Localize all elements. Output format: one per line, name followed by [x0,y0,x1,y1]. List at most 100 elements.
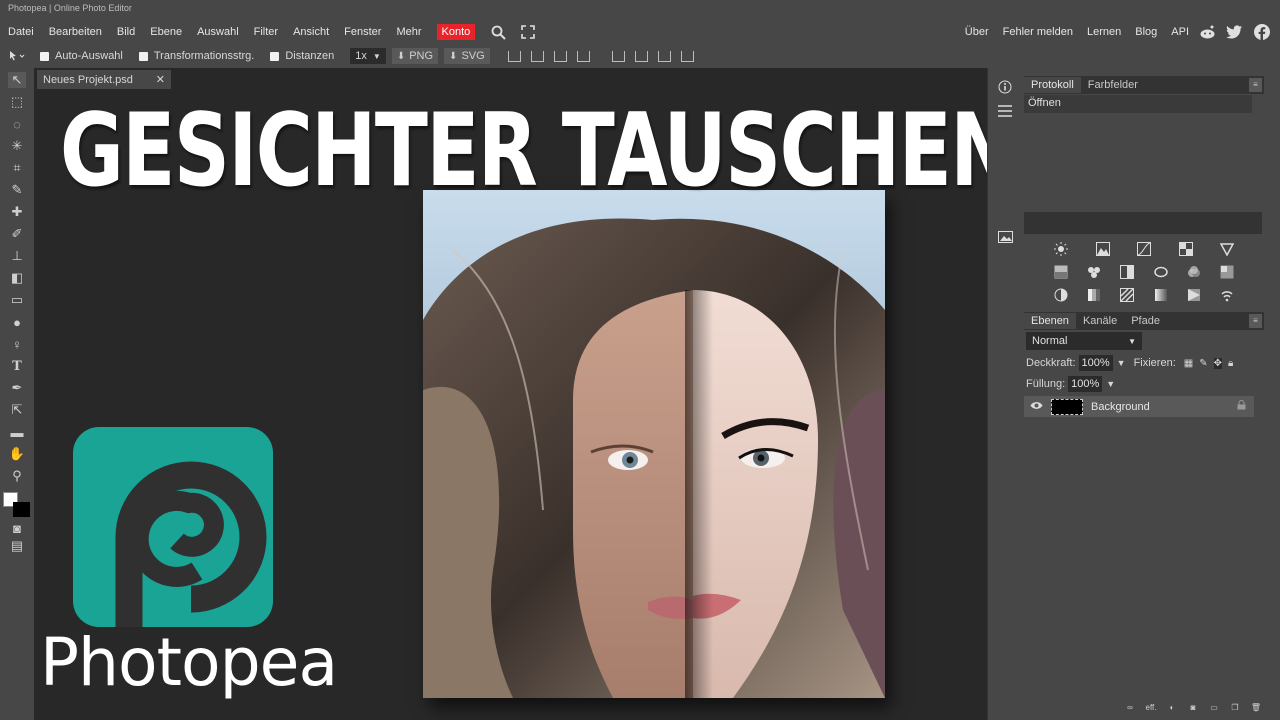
menu-bearbeiten[interactable]: Bearbeiten [49,24,102,40]
move-tool-icon[interactable]: ↖ [8,72,26,88]
menu-filter[interactable]: Filter [254,24,278,40]
threshold-icon[interactable] [1120,288,1135,302]
gradient-tool-icon[interactable]: ▭ [8,292,26,308]
stamp-tool-icon[interactable]: ⊥ [8,248,26,264]
align-top-icon[interactable] [507,50,521,62]
opacity-field[interactable]: 100% [1078,355,1113,371]
lasso-tool-icon[interactable]: ◌ [8,116,26,132]
menu-ebene[interactable]: Ebene [150,24,182,40]
menu-auswahl[interactable]: Auswahl [197,24,239,40]
lock-transparency-icon[interactable]: ▦ [1184,358,1193,369]
gradient-map-icon[interactable] [1154,288,1168,302]
levels-icon[interactable] [1095,242,1110,256]
panel-menu-icon[interactable]: ≡ [1249,78,1262,92]
export-png-button[interactable]: ⬇ PNG [391,48,439,64]
facebook-icon[interactable] [1253,24,1270,41]
eye-icon[interactable] [1030,401,1043,413]
search-icon[interactable] [490,24,506,40]
align-center-icon[interactable] [634,50,648,62]
distances-option[interactable]: Distanzen [270,50,334,62]
exposure-icon[interactable] [1178,242,1193,256]
info-icon[interactable] [995,78,1015,96]
menu-datei[interactable]: Datei [8,24,34,40]
black-white-icon[interactable] [1120,265,1135,279]
new-layer-icon[interactable]: ❐ [1228,700,1242,714]
move-tool-icon[interactable] [8,50,26,62]
link-layers-icon[interactable]: ∞ [1123,700,1137,714]
vibrance-icon[interactable] [1219,242,1235,257]
document-tab[interactable]: Neues Projekt.psd ✕ [37,70,171,89]
dodge-tool-icon[interactable]: ♀ [8,336,26,352]
menu-bild[interactable]: Bild [117,24,135,40]
blend-mode-select[interactable]: Normal ▼ [1026,332,1142,350]
align-left-icon[interactable] [611,50,625,62]
trash-icon[interactable]: 🗑︎ [1249,700,1263,714]
eyedropper-icon[interactable]: ✎ [8,182,26,198]
quick-mask-icon[interactable]: ◙ [8,520,26,536]
menu-fenster[interactable]: Fenster [344,24,381,40]
menu-blog[interactable]: Blog [1135,24,1157,40]
caret-down-icon[interactable]: ▼ [1117,358,1126,368]
new-group-icon[interactable]: ▭ [1207,700,1221,714]
canvas-image[interactable] [423,190,885,698]
selective-color-icon[interactable] [1187,288,1201,302]
tab-ebenen[interactable]: Ebenen [1024,313,1076,329]
screen-mode-icon[interactable]: ▤ [8,538,26,554]
align-right-icon[interactable] [657,50,671,62]
auto-select-option[interactable]: Auto-Auswahl [40,50,123,62]
distribute-horizontal-icon[interactable] [680,50,694,62]
properties-icon[interactable] [995,102,1015,120]
lock-all-icon[interactable]: 🔒︎ [1228,358,1233,369]
fullscreen-icon[interactable] [520,24,536,40]
menu-mehr[interactable]: Mehr [396,24,421,40]
lock-paint-icon[interactable]: ✎ [1199,358,1207,369]
fill-field[interactable]: 100% [1068,376,1103,392]
eraser-tool-icon[interactable]: ◧ [8,270,26,286]
text-tool-icon[interactable]: T [8,358,26,374]
menu-api[interactable]: API [1171,24,1189,40]
zoom-tool-icon[interactable]: ⚲ [8,468,26,484]
history-item[interactable]: Öffnen [1024,95,1252,113]
layer-effects-icon[interactable]: eff. [1144,700,1158,714]
brightness-icon[interactable] [1054,242,1068,256]
tab-pfade[interactable]: Pfade [1124,313,1167,329]
layer-mask-icon[interactable]: ◙ [1186,700,1200,714]
crop-tool-icon[interactable]: ⌗ [8,160,26,176]
menu-konto[interactable]: Konto [436,24,476,40]
adjustment-layer-icon[interactable]: ◐ [1165,700,1179,714]
pen-tool-icon[interactable]: ✒ [8,380,26,396]
menu-ansicht[interactable]: Ansicht [293,24,329,40]
healing-brush-icon[interactable]: ✚ [8,204,26,220]
transform-controls-option[interactable]: Transformationsstrg. [138,50,254,62]
color-balance-icon[interactable] [1087,265,1101,279]
tab-protokoll[interactable]: Protokoll [1024,77,1081,93]
lock-move-icon[interactable]: ✥ [1213,357,1222,369]
zoom-dropdown[interactable]: 1x ▼ [350,48,386,64]
magic-wand-icon[interactable]: ✳ [8,138,26,154]
align-middle-icon[interactable] [530,50,544,62]
menu-ueber[interactable]: Über [965,24,989,40]
align-bottom-icon[interactable] [553,50,567,62]
hand-tool-icon[interactable]: ✋ [8,446,26,462]
blur-tool-icon[interactable]: ● [8,314,26,330]
curves-icon[interactable] [1137,242,1151,256]
background-color-swatch[interactable] [13,502,30,517]
shape-tool-icon[interactable]: ▬ [8,424,26,440]
distribute-vertical-icon[interactable] [576,50,590,62]
menu-lernen[interactable]: Lernen [1087,24,1121,40]
tab-kanaele[interactable]: Kanäle [1076,313,1124,329]
brush-tool-icon[interactable]: ✐ [8,226,26,242]
reddit-icon[interactable] [1199,24,1216,41]
channel-mixer-icon[interactable] [1187,265,1201,279]
layer-row[interactable]: Background [1024,396,1254,417]
path-select-icon[interactable]: ⇱ [8,402,26,418]
close-icon[interactable]: ✕ [156,73,165,86]
menu-fehler-melden[interactable]: Fehler melden [1003,24,1073,40]
transform-controls-checkbox[interactable] [138,51,148,61]
invert-icon[interactable] [1054,288,1068,302]
distances-checkbox[interactable] [270,51,280,61]
hue-saturation-icon[interactable] [1054,265,1068,279]
image-panel-icon[interactable] [995,228,1015,246]
photo-filter-icon[interactable] [1153,265,1168,279]
posterize-icon[interactable] [1087,288,1101,302]
